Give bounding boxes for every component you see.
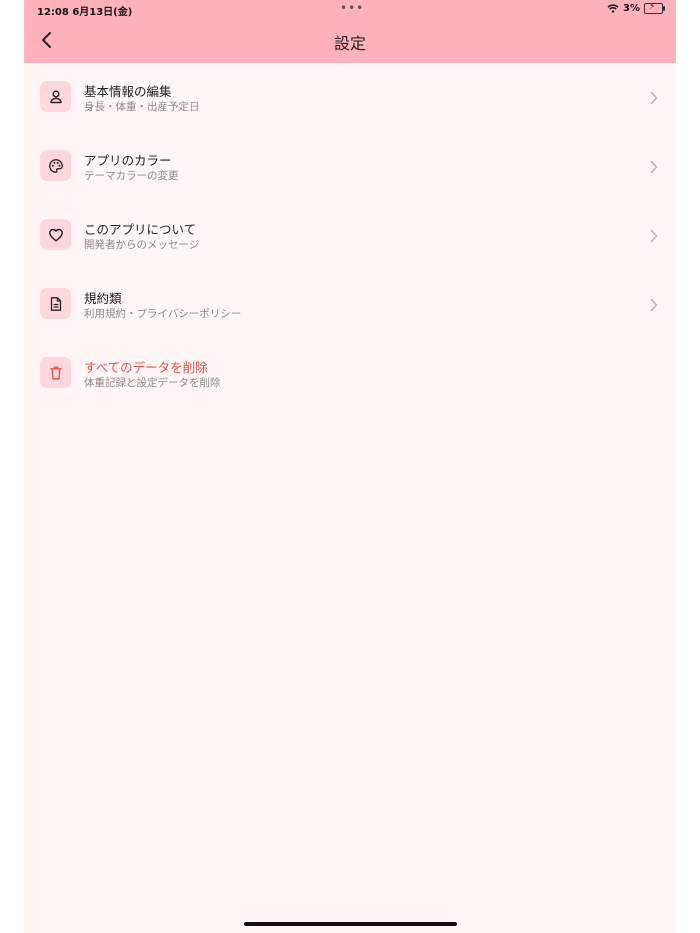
settings-list: 基本情報の編集 身長・体重・出産予定日 アプリのカラー テーマカラーの変更 この… bbox=[24, 63, 676, 408]
settings-item-title: すべてのデータを削除 bbox=[84, 360, 208, 375]
chevron-right-icon bbox=[650, 160, 658, 174]
settings-item-subtitle: 身長・体重・出産予定日 bbox=[84, 101, 200, 113]
trash-icon bbox=[49, 366, 62, 380]
settings-item-delete-all-data[interactable]: すべてのデータを削除 体重記録と設定データを削除 bbox=[24, 339, 676, 408]
document-icon bbox=[50, 296, 61, 311]
settings-item-subtitle: 利用規約・プライバシーポリシー bbox=[84, 308, 242, 320]
icon-box bbox=[40, 219, 71, 250]
chevron-right-icon bbox=[650, 298, 658, 312]
icon-box bbox=[40, 150, 71, 181]
wifi-icon bbox=[607, 4, 619, 13]
icon-box bbox=[40, 288, 71, 319]
app-frame: 12:08 6月13日(金) ••• 3% ⚡ 設定 基本情報の編集 身長・体重… bbox=[24, 0, 676, 933]
person-icon bbox=[49, 90, 62, 103]
settings-item-basic-info[interactable]: 基本情報の編集 身長・体重・出産予定日 bbox=[24, 63, 676, 132]
page-title: 設定 bbox=[333, 34, 366, 53]
settings-item-subtitle: テーマカラーの変更 bbox=[84, 170, 179, 182]
settings-item-title: 規約類 bbox=[84, 291, 122, 306]
icon-box bbox=[40, 357, 71, 388]
chevron-right-icon bbox=[650, 91, 658, 105]
battery-icon: ⚡ bbox=[644, 2, 665, 14]
settings-item-title: アプリのカラー bbox=[84, 153, 172, 168]
heart-icon bbox=[48, 228, 63, 241]
settings-item-about[interactable]: このアプリについて 開発者からのメッセージ bbox=[24, 201, 676, 270]
settings-item-subtitle: 体重記録と設定データを削除 bbox=[84, 377, 221, 389]
settings-item-title: 基本情報の編集 bbox=[84, 84, 172, 99]
icon-box bbox=[40, 81, 71, 112]
chevron-right-icon bbox=[650, 229, 658, 243]
settings-item-title: このアプリについて bbox=[84, 222, 197, 237]
top-bar: 12:08 6月13日(金) ••• 3% ⚡ 設定 bbox=[24, 0, 676, 63]
multitasking-dots[interactable]: ••• bbox=[340, 1, 364, 15]
home-indicator[interactable] bbox=[244, 922, 457, 926]
status-time: 12:08 6月13日(金) bbox=[37, 7, 133, 18]
status-right: 3% ⚡ bbox=[607, 2, 665, 14]
settings-item-terms[interactable]: 規約類 利用規約・プライバシーポリシー bbox=[24, 270, 676, 339]
palette-icon bbox=[48, 158, 63, 173]
settings-item-subtitle: 開発者からのメッセージ bbox=[84, 239, 200, 251]
battery-percent: 3% bbox=[623, 3, 640, 14]
settings-item-app-color[interactable]: アプリのカラー テーマカラーの変更 bbox=[24, 132, 676, 201]
